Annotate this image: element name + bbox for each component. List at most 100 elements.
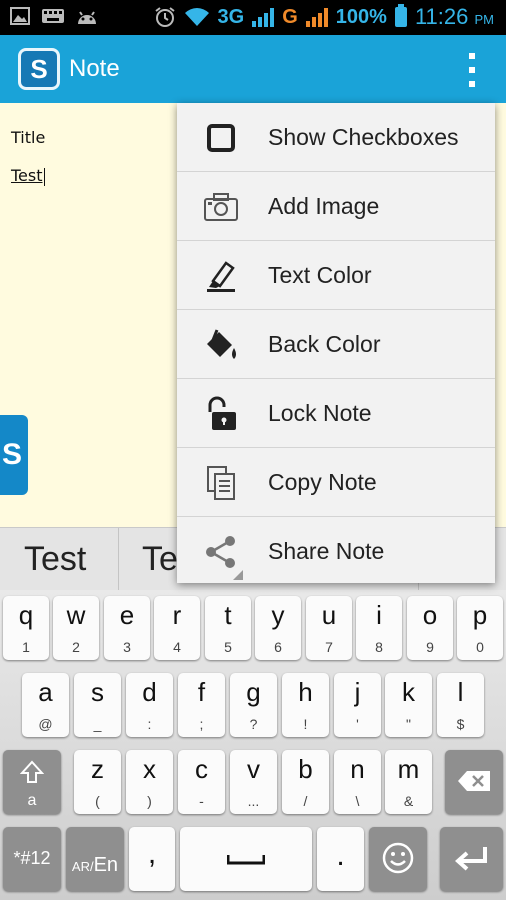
emoji-key[interactable]: [369, 827, 427, 891]
key-sub: 1: [22, 639, 30, 655]
key-f[interactable]: f;: [178, 673, 225, 737]
key-h[interactable]: h!: [282, 673, 329, 737]
gallery-icon: [10, 7, 30, 25]
key-sub: -: [199, 793, 204, 809]
space-icon: [227, 855, 265, 865]
key-x[interactable]: x): [126, 750, 173, 814]
key-e[interactable]: e3: [104, 596, 150, 660]
shift-icon: [20, 760, 44, 783]
backspace-key[interactable]: [445, 750, 503, 814]
language-label: AR/En: [66, 847, 124, 878]
key-sub: 8: [375, 639, 383, 655]
key-sub: 7: [325, 639, 333, 655]
key-main: n: [350, 754, 365, 784]
menu-item-add-image[interactable]: Add Image: [177, 172, 495, 241]
key-sub: ;: [199, 716, 204, 732]
key-main: a: [38, 677, 53, 707]
suggestion-item[interactable]: Te: [142, 528, 178, 590]
key-b[interactable]: b /: [282, 750, 329, 814]
period-label: .: [336, 839, 345, 872]
period-key[interactable]: .: [317, 827, 364, 891]
key-a[interactable]: a @: [22, 673, 69, 737]
key-y[interactable]: y6: [255, 596, 301, 660]
enter-key[interactable]: [440, 827, 503, 891]
comma-key[interactable]: ,: [129, 827, 175, 891]
app-title: Note: [69, 55, 120, 82]
checkbox-icon: [203, 120, 239, 156]
key-main: u: [321, 600, 337, 630]
symbols-label: *#12: [13, 848, 51, 868]
key-main: v: [247, 754, 260, 784]
key-sub: 5: [224, 639, 232, 655]
overflow-menu-icon[interactable]: [466, 53, 478, 87]
key-sub: ": [406, 716, 411, 732]
key-sub: ': [356, 716, 359, 732]
key-c[interactable]: c-: [178, 750, 225, 814]
alarm-icon: [154, 7, 175, 27]
wifi-icon: [184, 8, 209, 26]
note-title[interactable]: Title: [11, 128, 45, 147]
menu-item-label: Share Note: [268, 538, 385, 564]
key-sub: $: [456, 716, 465, 732]
key-main: b: [298, 754, 313, 784]
key-l[interactable]: l $: [437, 673, 484, 737]
menu-item-copy-note[interactable]: Copy Note: [177, 448, 495, 517]
keyboard: q1 w2 e3 r4 t5 y6 u7 i8 o9 p0 a @ s _ d: f…: [0, 590, 506, 900]
language-key[interactable]: AR/En: [66, 827, 124, 891]
key-k[interactable]: k ": [385, 673, 432, 737]
key-n[interactable]: n \: [334, 750, 381, 814]
key-sub: ?: [249, 716, 258, 732]
key-r[interactable]: r4: [154, 596, 200, 660]
key-sub: 0: [476, 639, 484, 655]
key-main: f: [197, 677, 206, 707]
key-sub: 4: [173, 639, 181, 655]
key-q[interactable]: q1: [3, 596, 49, 660]
key-i[interactable]: i8: [356, 596, 402, 660]
key-main: z: [91, 754, 104, 784]
key-t[interactable]: t5: [205, 596, 251, 660]
key-u[interactable]: u7: [306, 596, 352, 660]
key-main: e: [119, 600, 135, 630]
key-main: r: [172, 600, 182, 630]
key-w[interactable]: w2: [53, 596, 99, 660]
key-z[interactable]: z(: [74, 750, 121, 814]
key-p[interactable]: p0: [457, 596, 503, 660]
key-j[interactable]: j ': [334, 673, 381, 737]
clock: 11:26 PM: [415, 4, 494, 30]
key-sub: ...: [247, 793, 260, 809]
side-tab-button[interactable]: S: [0, 415, 28, 495]
menu-item-share-note[interactable]: Share Note: [177, 517, 495, 583]
menu-item-lock-note[interactable]: Lock Note: [177, 379, 495, 448]
note-body-text: Test: [11, 166, 43, 185]
camera-icon: [203, 189, 239, 225]
menu-item-text-color[interactable]: Text Color: [177, 241, 495, 310]
overflow-menu: Show Checkboxes Add Image Text Color Bac…: [177, 103, 495, 583]
menu-item-label: Show Checkboxes: [268, 124, 459, 150]
action-bar: S Note: [0, 35, 506, 103]
key-main: x: [143, 754, 156, 784]
app-icon[interactable]: S: [18, 48, 60, 90]
key-g[interactable]: g?: [230, 673, 277, 737]
key-sub: /: [303, 793, 308, 809]
note-body[interactable]: Test: [11, 166, 45, 186]
key-s[interactable]: s _: [74, 673, 121, 737]
key-sub: \: [355, 793, 360, 809]
key-v[interactable]: v...: [230, 750, 277, 814]
space-key[interactable]: [180, 827, 312, 891]
key-main: d: [142, 677, 157, 707]
key-o[interactable]: o9: [407, 596, 453, 660]
menu-item-show-checkboxes[interactable]: Show Checkboxes: [177, 103, 495, 172]
network-type: 3G: [217, 5, 245, 28]
suggestion-item[interactable]: Test: [24, 528, 86, 590]
paint-bucket-icon: [203, 327, 239, 363]
language-label-big: En: [93, 854, 119, 876]
key-main: g: [246, 677, 261, 707]
shift-key[interactable]: a: [3, 750, 61, 814]
backspace-icon: [458, 771, 490, 791]
menu-item-back-color[interactable]: Back Color: [177, 310, 495, 379]
symbols-key[interactable]: *#12: [3, 827, 61, 891]
key-main: t: [224, 600, 232, 630]
key-d[interactable]: d:: [126, 673, 173, 737]
key-sub: 2: [72, 639, 80, 655]
key-m[interactable]: m &: [385, 750, 432, 814]
